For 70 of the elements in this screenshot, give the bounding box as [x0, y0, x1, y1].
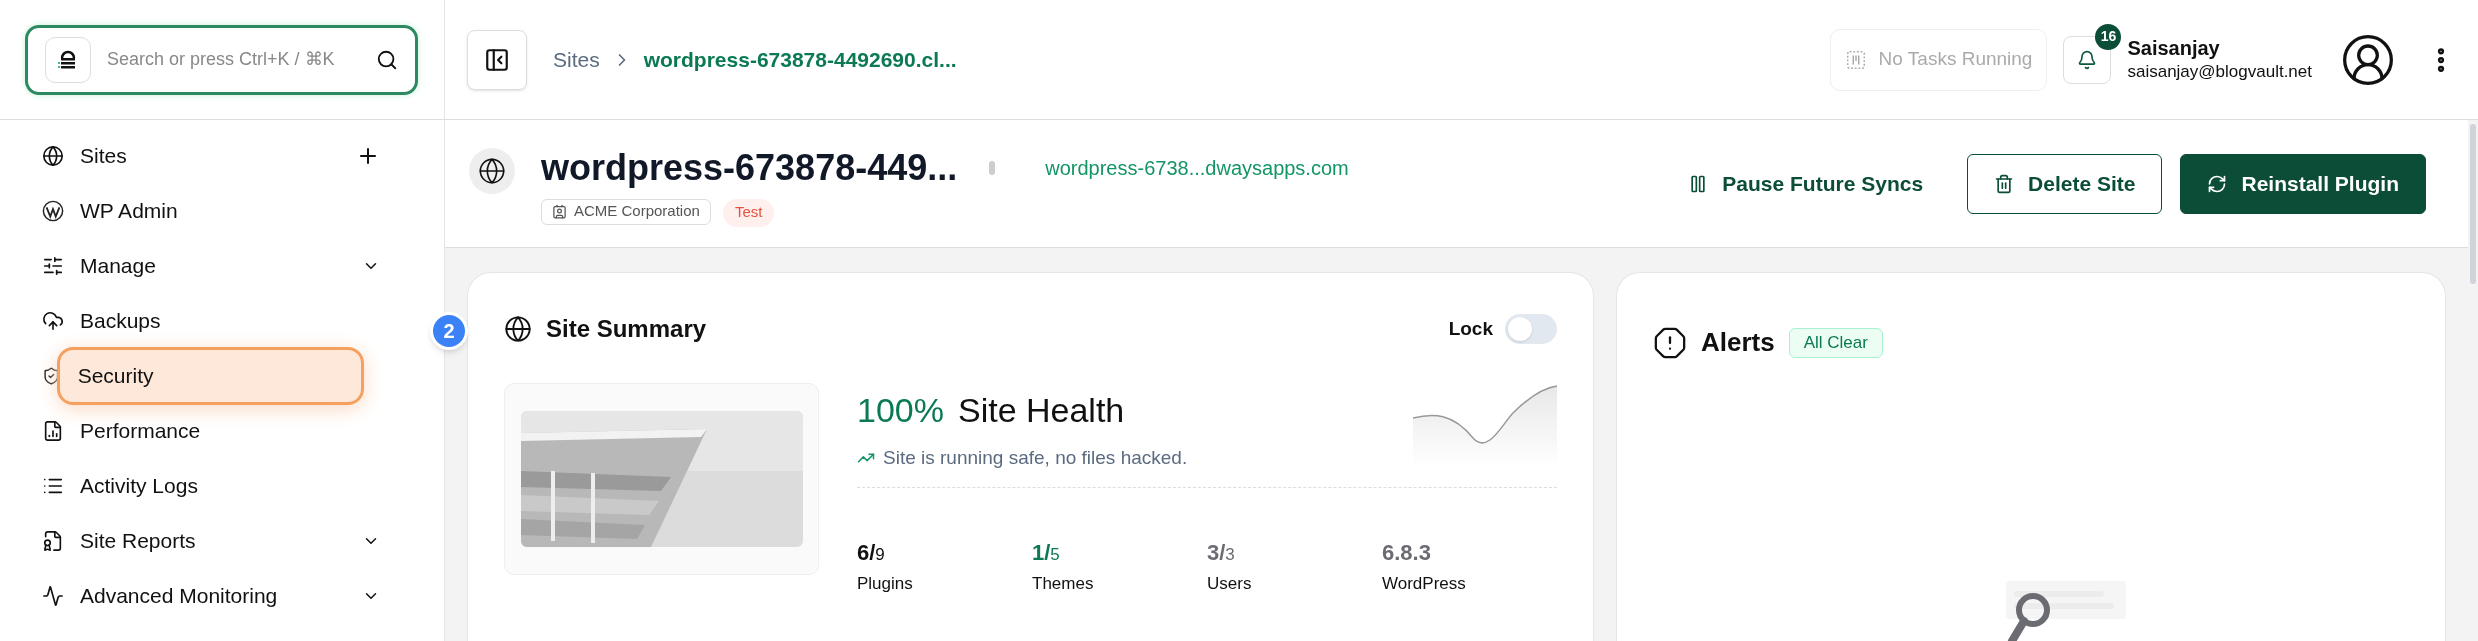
- stat-value: 6/9: [857, 538, 886, 567]
- sidebar-item[interactable]: Security: [0, 348, 410, 403]
- collapse-sidebar-button[interactable]: [467, 29, 527, 90]
- status-badge: All Clear: [1788, 327, 1883, 358]
- health-note: Site is running safe, no files hacked.: [883, 446, 1188, 470]
- user-name: Saisanjay: [2127, 36, 2221, 62]
- file-badge-icon: [42, 529, 64, 552]
- search-input[interactable]: Search or press Ctrl+K / ⌘K: [107, 46, 360, 73]
- pause-button[interactable]: Pause Future Syncs: [1662, 153, 1950, 214]
- stat-label: Plugins: [857, 572, 914, 595]
- notification-count-badge: 16: [2095, 23, 2122, 50]
- sidebar-item-label: Performance: [80, 417, 201, 444]
- sidebar-item[interactable]: Activity Logs: [0, 458, 410, 513]
- stat-value: 3/3: [1207, 538, 1236, 567]
- breadcrumb-link[interactable]: Sites: [553, 43, 600, 76]
- sidebar-item[interactable]: Manage: [0, 238, 410, 293]
- stat-value: 6.8.3: [1382, 538, 1432, 567]
- stat-label: WordPress: [1382, 572, 1467, 595]
- bell-icon: [2077, 49, 2098, 70]
- sidebar-item-label: Security: [56, 346, 364, 405]
- sidebar-toggle-icon: [484, 46, 510, 73]
- step-badge: 2: [430, 312, 468, 350]
- card-title: Site Summary: [546, 314, 707, 344]
- organization-tag: ACME Corporation: [541, 198, 711, 225]
- stat-label: Users: [1207, 572, 1253, 595]
- sidebar-item-label: WP Admin: [80, 197, 178, 224]
- globe-icon: [504, 315, 532, 343]
- stat-value: 1/5: [1032, 538, 1061, 567]
- tasks-status: No Tasks Running: [1829, 28, 2048, 91]
- search-field[interactable]: Search or press Ctrl+K / ⌘K: [25, 24, 418, 95]
- sidebar-item-label: Manage: [80, 252, 156, 279]
- cloud-upload-icon: [42, 309, 64, 332]
- environment-tag: Test: [722, 198, 775, 227]
- pulse-icon: [42, 584, 64, 607]
- divider-handle: [989, 160, 996, 175]
- search-icon: [376, 48, 398, 71]
- lock-label: Lock: [1448, 316, 1493, 341]
- breadcrumb-current: wordpress-673878-4492690.cl...: [643, 46, 957, 73]
- refresh-icon: [2207, 173, 2228, 194]
- logo-icon: [45, 36, 91, 83]
- sidebar-item[interactable]: Sites: [0, 128, 410, 183]
- sidebar-item[interactable]: Site Reports: [0, 513, 410, 568]
- sidebar-item[interactable]: WP Admin: [0, 183, 410, 238]
- card-title: Alerts: [1701, 326, 1775, 359]
- sidebar-item[interactable]: Advanced Monitoring: [0, 568, 410, 623]
- health-percentage: 100%: [857, 390, 944, 431]
- site-url-link[interactable]: wordpress-6738...dwaysapps.com: [1045, 152, 1349, 183]
- wordpress-logo-icon: [42, 199, 64, 222]
- file-chart-icon: [42, 419, 64, 442]
- sidebar-item[interactable]: Performance: [0, 403, 410, 458]
- health-label: Site Health: [957, 390, 1125, 431]
- alert-icon: [1653, 325, 1687, 360]
- user-email: saisanjay@blogvault.net: [2127, 61, 2312, 83]
- site-globe-icon: [469, 148, 515, 194]
- sliders-icon: [42, 254, 64, 277]
- sidebar-item-label: Advanced Monitoring: [80, 582, 278, 609]
- site-title: wordpress-673878-449...: [541, 145, 958, 190]
- sidebar-item-label: Site Reports: [80, 527, 196, 554]
- globe-icon: [42, 144, 64, 167]
- delete-button[interactable]: Delete Site: [1967, 153, 2163, 214]
- stat-label: Themes: [1032, 572, 1095, 595]
- trash-icon: [1994, 173, 2015, 194]
- sidebar-item-label: Sites: [80, 142, 127, 169]
- sidebar-item-label: Backups: [80, 307, 161, 334]
- reinstall-button[interactable]: Reinstall Plugin: [2180, 153, 2426, 214]
- sidebar-item[interactable]: Backups: [0, 293, 410, 348]
- tasks-icon: [1844, 48, 1867, 71]
- contact-card-icon: [552, 204, 567, 219]
- lock-toggle[interactable]: [1505, 314, 1557, 344]
- sidebar-item-label: Activity Logs: [80, 472, 198, 499]
